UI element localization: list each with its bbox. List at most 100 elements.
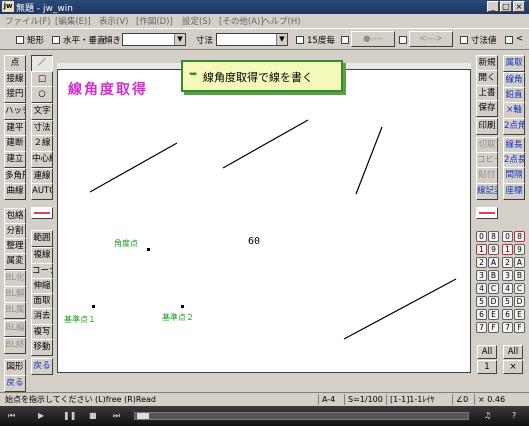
menu-other[interactable]: [その他(A)] xyxy=(219,15,264,27)
tool-print[interactable]: 印刷 xyxy=(476,118,498,135)
layer-key-d[interactable]: D xyxy=(488,296,499,307)
tool-bl-edit[interactable]: BL編 xyxy=(4,320,26,337)
hv-checkbox[interactable] xyxy=(52,36,60,44)
tool-attr-change[interactable]: 属変 xyxy=(4,253,26,270)
menu-edit[interactable]: [編集(E)] xyxy=(55,15,91,27)
tool-coords[interactable]: 座標 xyxy=(503,183,525,200)
tool-text[interactable]: 文字 xyxy=(31,103,53,120)
seek-track[interactable] xyxy=(134,412,469,420)
line-color-indicator[interactable] xyxy=(476,207,498,219)
seek-handle[interactable] xyxy=(137,413,149,419)
group-key-b[interactable]: B xyxy=(514,270,525,281)
layer-key-1[interactable]: 1 xyxy=(476,244,487,255)
group-key-3[interactable]: 3 xyxy=(502,270,513,281)
music-icon[interactable]: ♫ xyxy=(484,411,491,420)
tool-bldg-elevation[interactable]: 建立 xyxy=(4,151,26,168)
drawn-line-2[interactable] xyxy=(222,119,309,169)
tool-erase[interactable]: 消去 xyxy=(31,308,53,325)
group-key-c[interactable]: C xyxy=(514,283,525,294)
layer-key-6[interactable]: 6 xyxy=(476,309,487,320)
tool-range[interactable]: 範囲 xyxy=(31,230,53,247)
tool-attr-get[interactable]: 属取 xyxy=(503,55,525,72)
tool-bldg-section[interactable]: 建断 xyxy=(4,135,26,152)
layer-key-a[interactable]: A xyxy=(488,257,499,268)
arrow-line-button[interactable]: <---> xyxy=(409,31,453,47)
dot-checkbox[interactable] xyxy=(341,36,349,44)
angle15-checkbox[interactable] xyxy=(296,36,304,44)
arrow-checkbox[interactable] xyxy=(399,36,407,44)
drawn-line-1[interactable] xyxy=(89,142,178,193)
group-cross-button[interactable]: × xyxy=(503,360,523,374)
layer-key-0[interactable]: 0 xyxy=(476,231,487,242)
tool-save[interactable]: 保存 xyxy=(476,100,498,117)
extra-checkbox[interactable] xyxy=(505,36,513,44)
group-key-e[interactable]: E xyxy=(514,309,525,320)
tool-tangent-circle[interactable]: 接円 xyxy=(4,86,26,103)
menu-view[interactable]: 表示(V) xyxy=(99,15,128,27)
group-key-0[interactable]: 0 xyxy=(502,231,513,242)
group-key-7[interactable]: 7 xyxy=(502,322,513,333)
layer-key-8[interactable]: 8 xyxy=(488,231,499,242)
group-key-d[interactable]: D xyxy=(514,296,525,307)
status-layer[interactable]: [1-1]1-1ﾚｲﾔ xyxy=(386,394,434,405)
tool-back-left[interactable]: 戻る xyxy=(4,375,26,392)
menu-draw[interactable]: [作図(D)] xyxy=(136,15,173,27)
tool-parallel[interactable]: 複線 xyxy=(31,247,53,264)
tool-x-axis[interactable]: ×軸 xyxy=(503,102,525,119)
tool-bl-end[interactable]: BL終 xyxy=(4,337,26,354)
layer-all-button[interactable]: All xyxy=(477,345,497,359)
maximize-button[interactable]: □ xyxy=(500,1,512,12)
tool-curve[interactable]: 曲線 xyxy=(4,183,26,200)
skip-forward-icon[interactable]: ⏭ xyxy=(113,411,120,421)
layer-key-f[interactable]: F xyxy=(488,322,499,333)
tool-circle[interactable]: ○ xyxy=(31,86,53,103)
drawn-line-3[interactable] xyxy=(355,126,383,195)
layer-one-button[interactable]: 1 xyxy=(477,360,497,374)
menu-settings[interactable]: 設定(S) xyxy=(182,15,211,27)
tool-line[interactable]: ／ xyxy=(31,55,53,72)
tool-bl-break[interactable]: BL解 xyxy=(4,286,26,303)
tool-move[interactable]: 移動 xyxy=(31,339,53,356)
layer-key-5[interactable]: 5 xyxy=(476,296,487,307)
tool-spacing[interactable]: 間隔 xyxy=(503,167,525,184)
stop-icon[interactable]: ■ xyxy=(89,411,97,420)
drawn-line-4[interactable] xyxy=(343,278,457,340)
group-key-5[interactable]: 5 xyxy=(502,296,513,307)
menu-file[interactable]: ファイル(F) xyxy=(5,15,51,27)
drawing-canvas[interactable]: 線角度取得 角度点 60 基準点１ 基準点２ xyxy=(57,69,471,373)
tool-point[interactable]: 点 xyxy=(4,55,26,72)
minimize-button[interactable]: _ xyxy=(487,1,499,12)
line-type-indicator[interactable] xyxy=(31,207,53,219)
group-key-8[interactable]: 8 xyxy=(514,231,525,242)
layer-key-9[interactable]: 9 xyxy=(488,244,499,255)
layer-key-c[interactable]: C xyxy=(488,283,499,294)
tool-hatch[interactable]: ハッチ xyxy=(4,103,26,120)
tool-paste[interactable]: 貼付 xyxy=(476,167,498,184)
group-key-4[interactable]: 4 xyxy=(502,283,513,294)
play-icon[interactable]: ▶ xyxy=(38,411,44,420)
angle-point[interactable] xyxy=(147,248,150,251)
rect-checkbox[interactable] xyxy=(16,36,24,44)
group-key-a[interactable]: A xyxy=(514,257,525,268)
chevron-down-icon[interactable]: ▼ xyxy=(174,34,185,45)
tool-2pt-angle[interactable]: 2点角 xyxy=(503,118,525,135)
layer-key-4[interactable]: 4 xyxy=(476,283,487,294)
tool-auto[interactable]: AUTO xyxy=(31,183,53,200)
status-paper[interactable]: A-4 xyxy=(318,394,335,405)
tool-line-edit[interactable]: 線記変 xyxy=(476,183,498,200)
help-icon[interactable]: ? xyxy=(512,411,516,420)
close-button[interactable]: × xyxy=(513,1,525,12)
pause-icon[interactable]: ❚❚ xyxy=(63,411,76,420)
skip-back-icon[interactable]: ⏮ xyxy=(8,411,15,421)
layer-key-7[interactable]: 7 xyxy=(476,322,487,333)
group-key-2[interactable]: 2 xyxy=(502,257,513,268)
status-scale[interactable]: S=1/100 xyxy=(344,394,383,405)
group-key-1[interactable]: 1 xyxy=(502,244,513,255)
dimval-checkbox[interactable] xyxy=(460,36,468,44)
base-point-2[interactable] xyxy=(181,305,184,308)
base-point-1[interactable] xyxy=(92,305,95,308)
group-all-button[interactable]: All xyxy=(503,345,523,359)
layer-key-b[interactable]: B xyxy=(488,270,499,281)
tool-bl-attr[interactable]: BL属 xyxy=(4,302,26,319)
tool-figure[interactable]: 図形 xyxy=(4,359,26,376)
